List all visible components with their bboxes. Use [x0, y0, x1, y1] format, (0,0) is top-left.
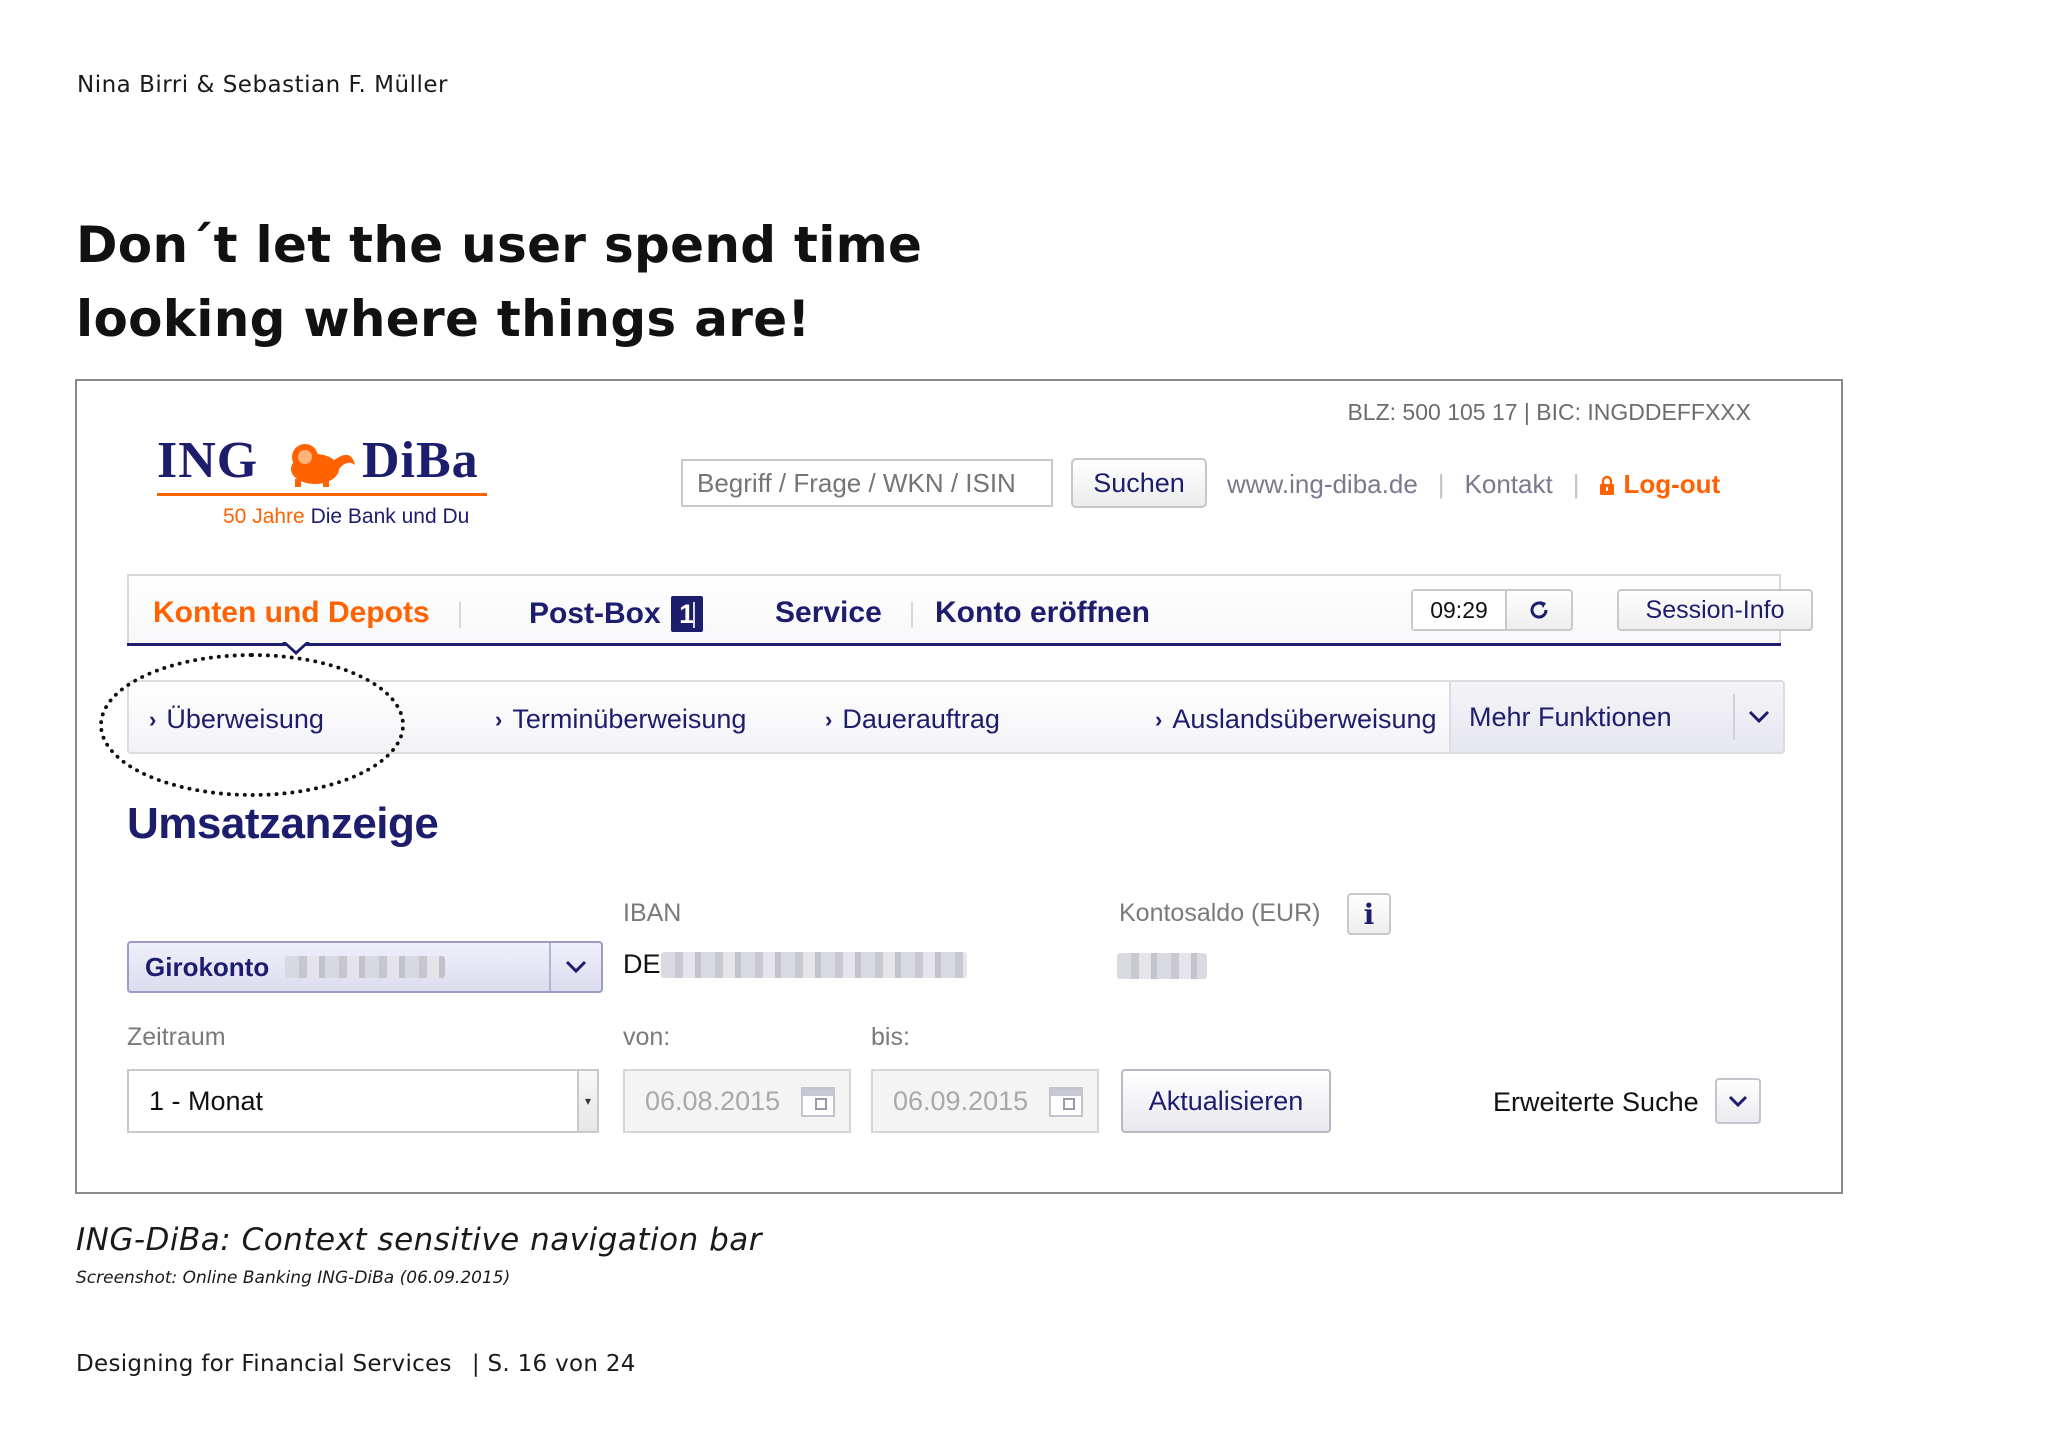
iban-label: IBAN — [623, 899, 682, 927]
calendar-icon[interactable] — [1049, 1087, 1083, 1117]
logo-tagline-slogan: Die Bank und Du — [310, 505, 470, 528]
subnav-terminueberweisung-label: Terminüberweisung — [512, 704, 747, 734]
blz-bic-info: BLZ: 500 105 17 | BIC: INGDDEFFXXX — [1347, 399, 1751, 425]
date-to-field[interactable]: 06.09.2015 — [871, 1069, 1099, 1133]
bis-label: bis: — [871, 1023, 910, 1051]
masked-account-number — [285, 956, 446, 978]
nav-separator — [459, 602, 461, 628]
refresh-session-button[interactable] — [1507, 591, 1571, 629]
post-box-count-badge: 1 — [670, 596, 703, 632]
info-button[interactable]: i — [1347, 893, 1391, 935]
nav-konto-eroeffnen[interactable]: Konto eröffnen — [935, 596, 1150, 630]
logout-label: Log-out — [1623, 469, 1721, 499]
ing-diba-logo[interactable]: ING DiBa 50 Jahre Die Bank und Du — [157, 431, 497, 531]
subnav-terminueberweisung[interactable]: › Terminüberweisung — [495, 704, 746, 735]
subnav-dauerauftrag-label: Dauerauftrag — [842, 704, 1000, 734]
saldo-label: Kontosaldo (EUR) — [1119, 899, 1321, 927]
nav-post-box[interactable]: Post-Box 1 — [529, 596, 703, 632]
zeitraum-label: Zeitraum — [127, 1023, 226, 1051]
zeitraum-select[interactable]: 1 - Monat ▾ — [127, 1069, 599, 1133]
select-arrow-icon: ▾ — [577, 1071, 597, 1131]
chevron-down-icon — [1728, 1095, 1748, 1107]
chevron-down-icon — [549, 943, 601, 991]
session-info-button[interactable]: Session-Info — [1617, 589, 1813, 631]
lock-icon — [1600, 475, 1615, 495]
more-functions-dropdown[interactable]: Mehr Funktionen — [1449, 680, 1785, 754]
account-select-label: Girokonto — [145, 951, 270, 982]
logo-tagline-years: 50 Jahre — [223, 505, 305, 528]
main-navigation: Konten und Depots Post-Box 1 Service Kon… — [127, 574, 1813, 646]
masked-balance — [1117, 953, 1207, 979]
search-button[interactable]: Suchen — [1071, 458, 1207, 508]
iban-prefix: DE — [623, 949, 661, 979]
logout-link[interactable]: Log-out — [1599, 469, 1720, 500]
extended-search-toggle[interactable] — [1715, 1078, 1761, 1124]
subnav-auslandsueberweisung-label: Auslandsüberweisung — [1172, 704, 1437, 734]
session-timer-value: 09:29 — [1413, 591, 1507, 629]
more-functions-label: Mehr Funktionen — [1469, 701, 1672, 732]
highlight-dotted-circle — [99, 653, 405, 797]
logo-word-ing: ING — [157, 432, 259, 489]
logo-underline — [157, 493, 487, 496]
contact-link[interactable]: Kontakt — [1465, 469, 1553, 500]
refresh-button[interactable]: Aktualisieren — [1121, 1069, 1331, 1133]
footer-page-number: | S. 16 von 24 — [471, 1351, 636, 1377]
masked-iban — [660, 951, 967, 978]
figure-caption: ING-DiBa: Context sensitive navigation b… — [76, 1222, 763, 1258]
page-footer: Designing for Financial Services | S. 16… — [76, 1351, 636, 1377]
chevron-right-icon: › — [1155, 706, 1163, 732]
logo-word-diba: DiBa — [362, 432, 479, 489]
headline-line-1: Don´t let the user spend time — [76, 216, 923, 274]
search-input[interactable] — [681, 459, 1053, 507]
top-links: www.ing-diba.de | Kontakt | Log-out — [1227, 469, 1720, 500]
logo-tagline: 50 Jahre Die Bank und Du — [223, 505, 469, 529]
extended-search-label[interactable]: Erweiterte Suche — [1493, 1087, 1699, 1118]
nav-post-box-label: Post-Box — [529, 597, 661, 630]
iban-value: DE — [623, 949, 967, 980]
figure-source: Screenshot: Online Banking ING-DiBa (06.… — [76, 1268, 511, 1288]
nav-service[interactable]: Service — [775, 596, 882, 630]
link-separator: | — [1572, 469, 1580, 499]
chevron-down-icon — [1733, 694, 1783, 740]
refresh-icon — [1530, 601, 1548, 619]
chevron-right-icon: › — [495, 706, 503, 732]
chevron-right-icon: › — [825, 706, 833, 732]
date-to-value: 06.09.2015 — [893, 1085, 1029, 1116]
headline: Don´t let the user spend time looking wh… — [76, 208, 922, 356]
footer-title: Designing for Financial Services — [76, 1351, 452, 1377]
bank-screenshot: BLZ: 500 105 17 | BIC: INGDDEFFXXX ING D… — [75, 379, 1843, 1194]
main-navigation-underline — [127, 643, 1781, 646]
von-label: von: — [623, 1023, 671, 1051]
account-select[interactable]: Girokonto — [127, 941, 603, 993]
lion-icon — [291, 444, 355, 487]
nav-konten-und-depots[interactable]: Konten und Depots — [153, 596, 430, 630]
subnav-dauerauftrag[interactable]: › Dauerauftrag — [825, 704, 1000, 735]
page-title: Umsatzanzeige — [127, 799, 439, 848]
headline-line-2: looking where things are! — [76, 290, 811, 348]
nav-separator — [911, 602, 913, 628]
website-link[interactable]: www.ing-diba.de — [1227, 469, 1418, 500]
date-from-field[interactable]: 06.08.2015 — [623, 1069, 851, 1133]
zeitraum-value: 1 - Monat — [149, 1085, 264, 1116]
link-separator: | — [1437, 469, 1445, 499]
nav-separator — [693, 602, 695, 628]
author-line: Nina Birri & Sebastian F. Müller — [77, 72, 448, 98]
calendar-icon[interactable] — [801, 1087, 835, 1117]
date-from-value: 06.08.2015 — [645, 1085, 781, 1116]
session-timer: 09:29 — [1411, 589, 1573, 631]
active-tab-caret-inner — [286, 642, 306, 651]
subnav-auslandsueberweisung[interactable]: › Auslandsüberweisung — [1155, 704, 1437, 735]
